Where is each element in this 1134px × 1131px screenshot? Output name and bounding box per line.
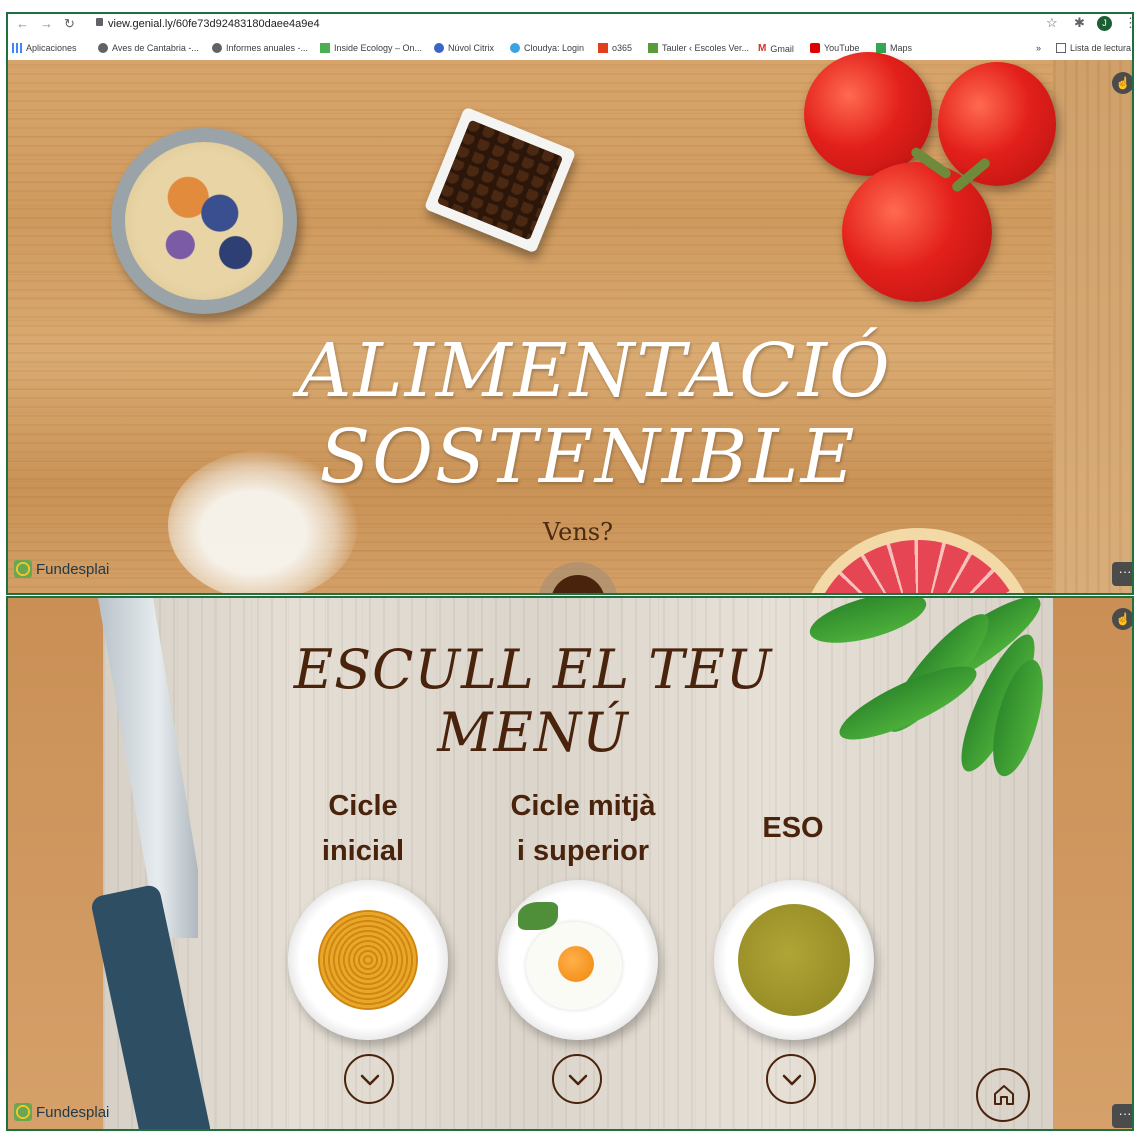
office-icon bbox=[598, 43, 608, 53]
square-icon bbox=[320, 43, 330, 53]
browser-menu-icon[interactable]: ⋮ bbox=[1124, 15, 1132, 31]
option-label-cicle-inicial: Cicle inicial bbox=[321, 790, 405, 867]
chevron-down-icon bbox=[782, 1074, 802, 1086]
apps-grid-icon bbox=[12, 43, 22, 53]
slide-menu: ESCULL EL TEU MENÚ Cicle inicial Cicle m… bbox=[8, 598, 1132, 1129]
citrix-icon bbox=[434, 43, 444, 53]
bookmarks-bar: Aplicaciones Aves de Cantabria -... Info… bbox=[8, 40, 1132, 60]
chevron-down-icon bbox=[568, 1074, 588, 1086]
touch-hand-icon[interactable]: ☝ bbox=[1112, 608, 1132, 630]
bookmark-inside-ecology[interactable]: Inside Ecology – On... bbox=[320, 43, 422, 53]
more-options-button[interactable]: ··· bbox=[1112, 1104, 1132, 1128]
tomato-image bbox=[842, 162, 992, 302]
fundesplai-logo-mark bbox=[14, 560, 32, 578]
home-button[interactable] bbox=[976, 1068, 1030, 1122]
gmail-icon: M bbox=[758, 43, 767, 54]
spaghetti-image bbox=[318, 910, 418, 1010]
more-options-button[interactable]: ··· bbox=[1112, 562, 1132, 586]
bookmark-aves[interactable]: Aves de Cantabria -... bbox=[98, 43, 199, 53]
expand-cicle-inicial-button[interactable] bbox=[344, 1054, 394, 1104]
chevron-down-icon bbox=[360, 1074, 380, 1086]
address-bar: ← → ↻ view.genial.ly/60fe73d92483180daee… bbox=[8, 14, 1132, 34]
tree-icon bbox=[648, 43, 658, 53]
egg-yolk-image bbox=[558, 946, 594, 982]
back-arrow-icon[interactable]: ← bbox=[16, 16, 29, 31]
maps-icon bbox=[876, 43, 886, 53]
url-field[interactable]: view.genial.ly/60fe73d92483180daee4a9e4 bbox=[108, 18, 320, 30]
soup-image bbox=[738, 904, 850, 1016]
option-label-eso: ESO bbox=[762, 812, 824, 844]
cover-subtitle: Vens? bbox=[543, 518, 613, 546]
view-button[interactable] bbox=[538, 562, 618, 593]
tomato-image bbox=[804, 52, 932, 176]
extensions-icon[interactable]: ✱ bbox=[1074, 15, 1085, 31]
bookmark-youtube[interactable]: YouTube bbox=[810, 43, 859, 53]
porridge-bowl-image bbox=[111, 128, 297, 314]
soup-plate[interactable] bbox=[714, 880, 874, 1040]
bookmark-informes[interactable]: Informes anuales -... bbox=[212, 43, 308, 53]
bookmark-cloudya[interactable]: Cloudya: Login bbox=[510, 43, 584, 53]
bookmarks-overflow[interactable]: » bbox=[1036, 43, 1041, 53]
reload-icon[interactable]: ↻ bbox=[64, 16, 75, 32]
browser-window-2: ESCULL EL TEU MENÚ Cicle inicial Cicle m… bbox=[6, 596, 1134, 1131]
bookmark-star-icon[interactable]: ☆ bbox=[1046, 15, 1058, 31]
eye-icon bbox=[551, 575, 605, 593]
fundesplai-logo: Fundesplai bbox=[14, 1103, 109, 1121]
expand-cicle-mitja-button[interactable] bbox=[552, 1054, 602, 1104]
youtube-icon bbox=[810, 43, 820, 53]
cover-title: ALIMENTACIÓ SOSTENIBLE bbox=[298, 328, 892, 500]
expand-eso-button[interactable] bbox=[766, 1054, 816, 1104]
grapefruit-image bbox=[798, 528, 1038, 593]
forward-arrow-icon[interactable]: → bbox=[40, 16, 53, 31]
basil-leaf-image bbox=[518, 902, 558, 930]
reading-list-icon bbox=[1056, 43, 1066, 53]
slide-cover: ALIMENTACIÓ SOSTENIBLE Vens? Fundesplai … bbox=[8, 52, 1132, 593]
bookmark-nuvol-citrix[interactable]: Núvol Citrix bbox=[434, 43, 494, 53]
lock-icon bbox=[96, 18, 103, 26]
clock-icon bbox=[510, 43, 520, 53]
bookmark-tauler[interactable]: Tauler ‹ Escoles Ver... bbox=[648, 43, 749, 53]
profile-avatar[interactable]: J bbox=[1097, 16, 1112, 31]
bookmark-maps[interactable]: Maps bbox=[876, 43, 912, 53]
menu-title: ESCULL EL TEU MENÚ bbox=[293, 638, 773, 764]
wood-background-strip bbox=[1053, 60, 1132, 593]
browser-window-1: ← → ↻ view.genial.ly/60fe73d92483180daee… bbox=[6, 12, 1134, 595]
egg-plate[interactable] bbox=[498, 880, 658, 1040]
option-label-cicle-mitja: Cicle mitjà i superior bbox=[510, 790, 656, 867]
bookmark-aplicaciones[interactable]: Aplicaciones bbox=[12, 43, 77, 53]
home-icon bbox=[994, 1085, 1014, 1105]
coffee-beans-image bbox=[423, 106, 577, 254]
spaghetti-plate[interactable] bbox=[288, 880, 448, 1040]
tomato-image bbox=[938, 62, 1056, 186]
bookmark-o365[interactable]: o365 bbox=[598, 43, 632, 53]
globe-icon bbox=[212, 43, 222, 53]
fundesplai-logo-mark bbox=[14, 1103, 32, 1121]
reading-list[interactable]: Lista de lectura bbox=[1056, 43, 1131, 53]
bookmark-gmail[interactable]: M Gmail bbox=[758, 43, 794, 54]
globe-icon bbox=[98, 43, 108, 53]
touch-hand-icon[interactable]: ☝ bbox=[1112, 72, 1132, 94]
fundesplai-logo: Fundesplai bbox=[14, 560, 109, 578]
